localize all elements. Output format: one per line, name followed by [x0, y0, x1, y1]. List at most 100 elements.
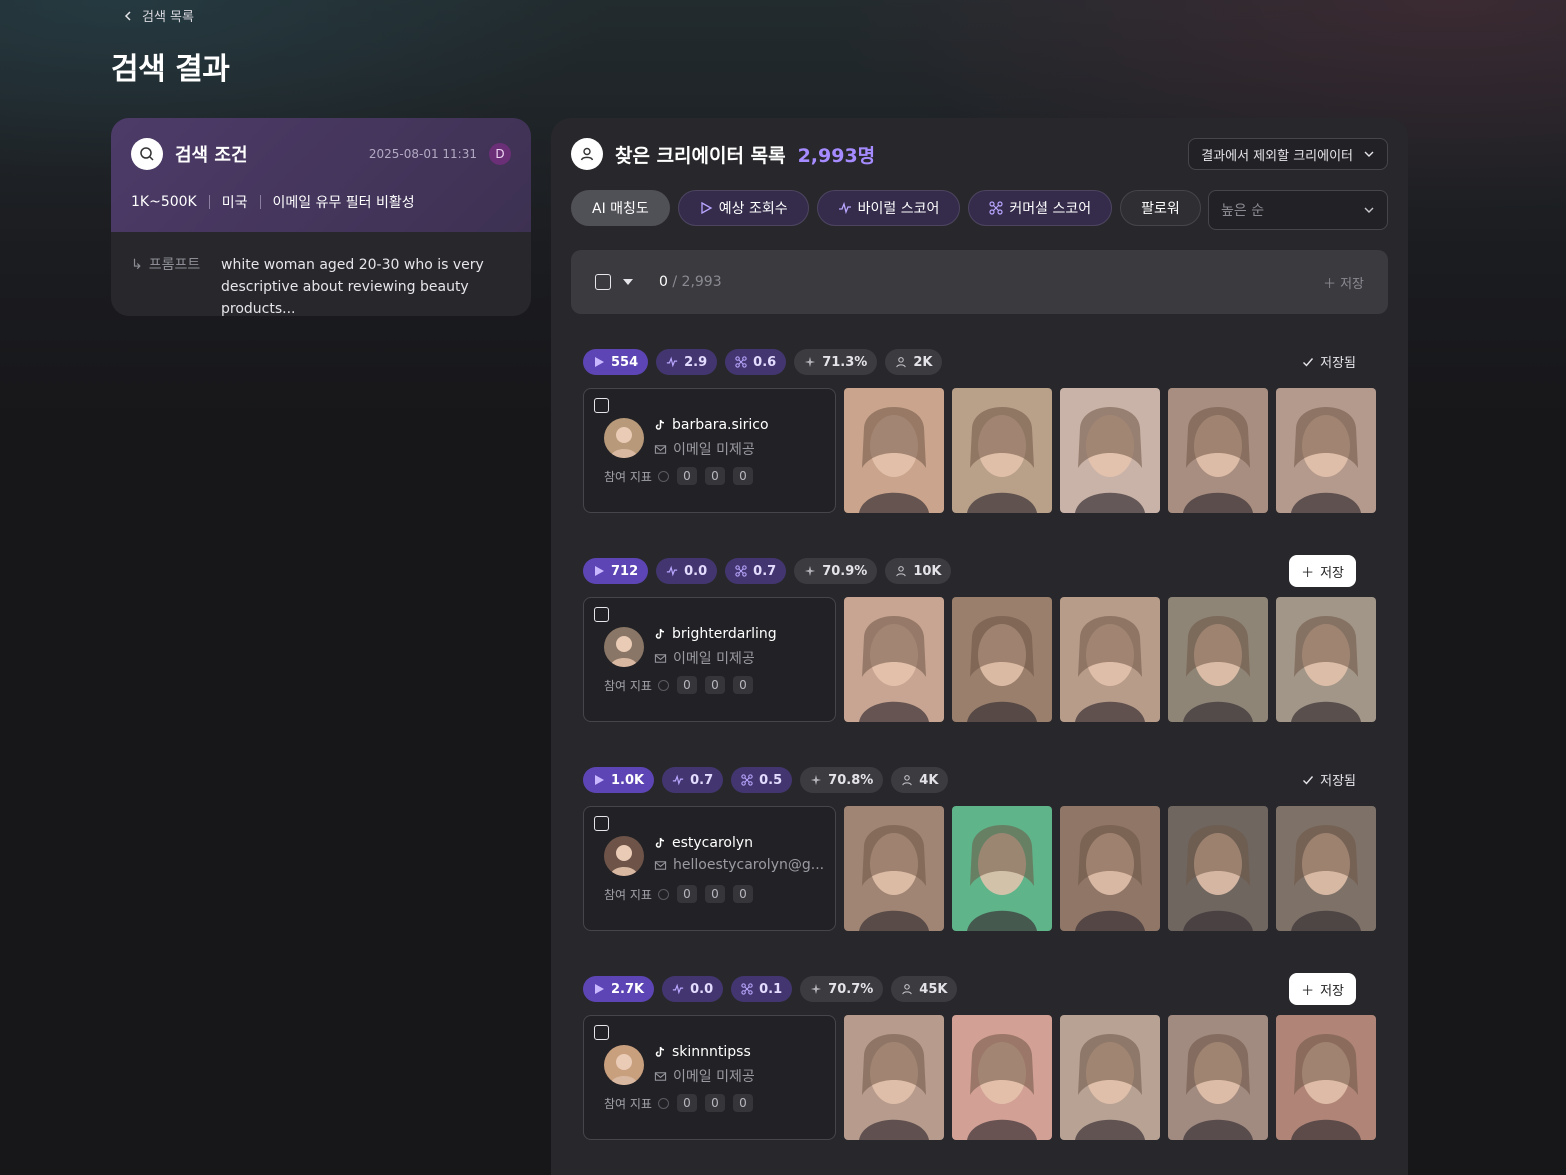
- avatar[interactable]: [604, 627, 644, 667]
- video-thumbnail[interactable]: [1060, 806, 1160, 931]
- video-thumbnail[interactable]: [844, 806, 944, 931]
- pulse-icon: [672, 983, 684, 995]
- creator-checkbox[interactable]: [594, 398, 609, 413]
- video-thumbnail[interactable]: [844, 1015, 944, 1140]
- creator-name[interactable]: brighterdarling: [654, 626, 777, 642]
- video-thumbnail[interactable]: [1276, 388, 1376, 513]
- video-thumbnail[interactable]: [1276, 1015, 1376, 1140]
- info-icon[interactable]: [657, 888, 669, 900]
- bulk-save-label: 저장: [1340, 276, 1364, 292]
- bulk-save-button[interactable]: ＋ 저장: [1323, 273, 1364, 292]
- filter-followers: 1K~500K: [131, 194, 197, 210]
- exclude-creators-dropdown[interactable]: 결과에서 제외할 크리에이터: [1188, 138, 1388, 170]
- creator-name[interactable]: skinnntipss: [654, 1044, 755, 1060]
- video-thumbnail[interactable]: [1060, 388, 1160, 513]
- video-thumbnail[interactable]: [952, 597, 1052, 722]
- save-creator-button[interactable]: ＋ 저장: [1289, 973, 1356, 1005]
- stat-commercial-score: 0.7: [725, 558, 787, 584]
- stat-value: 70.9%: [822, 563, 868, 579]
- results-title: 찾은 크리에이터 목록: [615, 144, 786, 167]
- creator-card[interactable]: estycarolyn helloestycarolyn@g... 참여 지표 …: [583, 806, 836, 931]
- video-thumbnail[interactable]: [1168, 1015, 1268, 1140]
- creator-card[interactable]: brighterdarling 이메일 미제공 참여 지표 0 0 0: [583, 597, 836, 722]
- stat-commercial-score: 0.1: [731, 976, 793, 1002]
- video-thumbnail[interactable]: [844, 597, 944, 722]
- video-thumbnails: [844, 597, 1376, 722]
- engagement-value: 0: [704, 885, 725, 903]
- saved-indicator[interactable]: 저장됨: [1302, 352, 1356, 371]
- video-thumbnail[interactable]: [952, 388, 1052, 513]
- video-thumbnail[interactable]: [1168, 806, 1268, 931]
- sort-tabs: AI 매칭도 예상 조회수 바이럴 스코어 커머셜 스코어 팔로워: [571, 190, 1201, 226]
- selection-bar: 0 / 2,993 ＋ 저장: [571, 250, 1388, 314]
- tab-viral-score[interactable]: 바이럴 스코어: [816, 190, 961, 226]
- person-icon: [902, 775, 913, 786]
- network-icon: [989, 201, 1003, 215]
- divider: [259, 195, 261, 209]
- stat-value: 4K: [919, 772, 939, 788]
- creator-name[interactable]: estycarolyn: [654, 835, 824, 851]
- conditions-title: 검색 조건: [175, 145, 248, 166]
- stat-viral-score: 0.0: [656, 558, 718, 584]
- stat-value: 10K: [913, 563, 942, 579]
- tab-followers[interactable]: 팔로워: [1120, 190, 1201, 226]
- avatar[interactable]: [604, 418, 644, 458]
- mail-icon: [654, 860, 667, 870]
- creator-stats: 2.7K 0.0 0.1 70.7% 45K: [583, 975, 1376, 1003]
- creator-name[interactable]: barbara.sirico: [654, 417, 769, 433]
- engagement-value: 0: [732, 676, 753, 694]
- person-icon: [902, 984, 913, 995]
- creator-email: 이메일 미제공: [654, 1066, 755, 1086]
- stat-value: 554: [611, 354, 639, 370]
- stat-viral-score: 2.9: [656, 349, 718, 375]
- video-thumbnail[interactable]: [1168, 597, 1268, 722]
- video-thumbnail[interactable]: [1168, 388, 1268, 513]
- creator-card[interactable]: barbara.sirico 이메일 미제공 참여 지표 0 0 0: [583, 388, 836, 513]
- saved-indicator[interactable]: 저장됨: [1302, 770, 1356, 789]
- video-thumbnail[interactable]: [1276, 597, 1376, 722]
- video-thumbnail[interactable]: [1060, 1015, 1160, 1140]
- video-thumbnail[interactable]: [952, 1015, 1052, 1140]
- tab-ai-match[interactable]: AI 매칭도: [571, 190, 670, 226]
- page-title: 검색 결과: [111, 52, 230, 87]
- engagement-value: 0: [704, 1094, 725, 1112]
- video-thumbnail[interactable]: [1276, 806, 1376, 931]
- creator-checkbox[interactable]: [594, 1025, 609, 1040]
- stat-ai-match: 70.7%: [800, 976, 884, 1002]
- engagement-label: 참여 지표: [604, 887, 652, 902]
- select-all-checkbox[interactable]: [595, 274, 611, 290]
- info-icon[interactable]: [657, 470, 669, 482]
- stat-commercial-score: 0.5: [731, 767, 793, 793]
- info-icon[interactable]: [657, 1097, 669, 1109]
- mail-icon: [654, 653, 667, 663]
- sort-order-select[interactable]: 높은 순: [1208, 190, 1388, 230]
- engagement-label: 참여 지표: [604, 469, 652, 484]
- creator-email: 이메일 미제공: [654, 439, 769, 459]
- stat-value: 1.0K: [611, 772, 645, 788]
- creator-stats: 1.0K 0.7 0.5 70.8% 4K: [583, 766, 1376, 794]
- creator-checkbox[interactable]: [594, 816, 609, 831]
- avatar[interactable]: [604, 1045, 644, 1085]
- creator-handle: skinnntipss: [672, 1044, 751, 1060]
- video-thumbnail[interactable]: [952, 806, 1052, 931]
- stat-value: 0.7: [690, 772, 714, 788]
- mail-icon: [654, 444, 667, 454]
- tab-commercial-score[interactable]: 커머셜 스코어: [968, 190, 1113, 226]
- creator-card[interactable]: skinnntipss 이메일 미제공 참여 지표 0 0 0: [583, 1015, 836, 1140]
- search-conditions-card: 검색 조건 2025-08-01 11:31 D 1K~500K 미국 이메일 …: [111, 118, 531, 316]
- creator-info: barbara.sirico 이메일 미제공: [654, 417, 769, 459]
- info-icon[interactable]: [657, 679, 669, 691]
- saved-label: 저장됨: [1320, 356, 1356, 371]
- avatar[interactable]: [604, 836, 644, 876]
- user-avatar[interactable]: D: [489, 143, 511, 165]
- tab-expected-views[interactable]: 예상 조회수: [677, 190, 809, 226]
- stat-value: 45K: [919, 981, 948, 997]
- select-menu-caret-icon[interactable]: [623, 279, 633, 285]
- creator-checkbox[interactable]: [594, 607, 609, 622]
- back-link[interactable]: 검색 목록: [122, 6, 194, 25]
- save-creator-button[interactable]: ＋ 저장: [1289, 555, 1356, 587]
- video-thumbnail[interactable]: [844, 388, 944, 513]
- search-icon: [131, 138, 163, 170]
- video-thumbnail[interactable]: [1060, 597, 1160, 722]
- stat-value: 0.5: [759, 772, 783, 788]
